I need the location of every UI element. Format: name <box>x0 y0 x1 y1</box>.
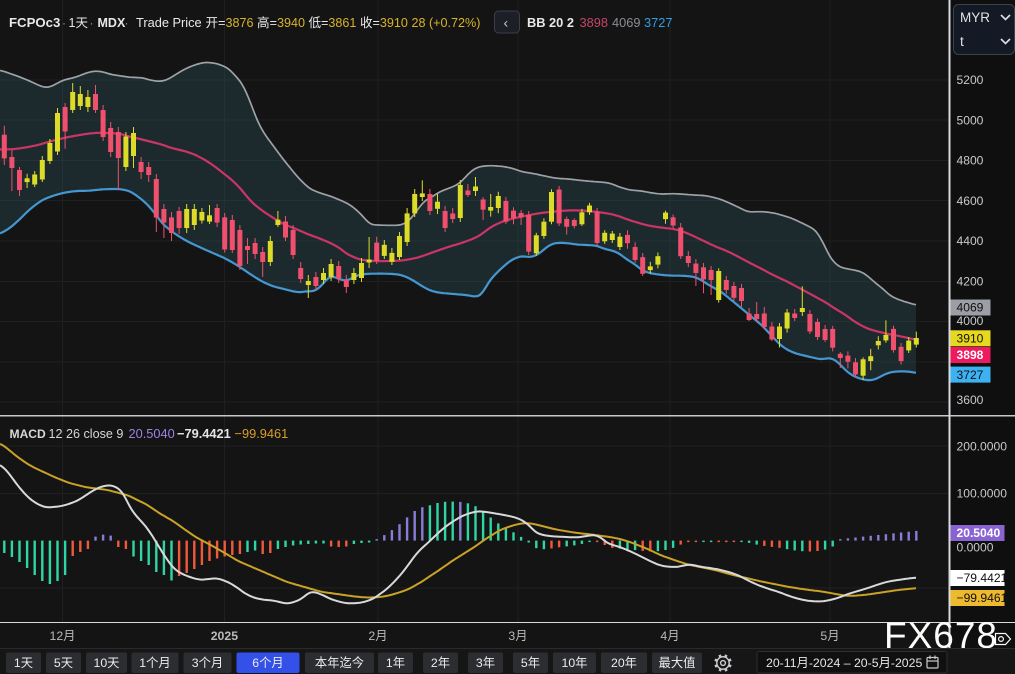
svg-text:−79.4421: −79.4421 <box>177 426 231 441</box>
svg-text:20年: 20年 <box>611 656 637 670</box>
svg-text:5月: 5月 <box>820 629 839 643</box>
svg-text:5200: 5200 <box>957 73 984 87</box>
svg-text:·: · <box>90 16 94 30</box>
svg-text:−79.4421: −79.4421 <box>957 571 1008 585</box>
svg-text:1年: 1年 <box>386 656 405 670</box>
svg-text:·: · <box>125 16 129 30</box>
svg-text:20.5040: 20.5040 <box>129 426 175 441</box>
svg-text:3727: 3727 <box>957 368 984 382</box>
svg-text:3月: 3月 <box>508 629 527 643</box>
svg-text:4069: 4069 <box>957 301 984 315</box>
svg-text:t: t <box>960 34 964 49</box>
svg-text:MDX: MDX <box>98 16 126 30</box>
svg-text:5000: 5000 <box>957 113 984 127</box>
svg-text:Trade Price: Trade Price <box>136 15 202 30</box>
svg-text:200.0000: 200.0000 <box>957 439 1008 453</box>
svg-text:1天: 1天 <box>69 16 89 30</box>
svg-text:4800: 4800 <box>957 154 984 168</box>
svg-text:−99.9461: −99.9461 <box>957 591 1008 605</box>
svg-text:4月: 4月 <box>660 629 679 643</box>
svg-text:3年: 3年 <box>476 656 495 670</box>
svg-text:6个月: 6个月 <box>252 656 283 670</box>
svg-text:2月: 2月 <box>368 629 387 643</box>
svg-text:3898: 3898 <box>580 15 608 30</box>
svg-text:2年: 2年 <box>431 656 450 670</box>
svg-text:100.0000: 100.0000 <box>957 487 1008 501</box>
svg-text:MACD: MACD <box>10 427 47 441</box>
svg-text:4400: 4400 <box>957 234 984 248</box>
svg-text:3727: 3727 <box>644 15 672 30</box>
svg-text:12月: 12月 <box>50 629 76 643</box>
svg-text:4200: 4200 <box>957 274 984 288</box>
svg-text:20-11月-2024 – 20-5月-2025: 20-11月-2024 – 20-5月-2025 <box>766 656 922 670</box>
svg-text:3个月: 3个月 <box>192 656 223 670</box>
svg-text:3600: 3600 <box>957 393 984 407</box>
svg-text:3910: 3910 <box>957 332 984 346</box>
svg-text:2025: 2025 <box>211 629 239 643</box>
svg-text:开=3876 高=3940 低=3861 收=3910 28: 开=3876 高=3940 低=3861 收=3910 28 (+0.72%) <box>206 15 481 30</box>
svg-text:BB 20 2: BB 20 2 <box>527 15 574 30</box>
svg-text:·: · <box>62 16 66 30</box>
svg-text:4000: 4000 <box>957 314 984 328</box>
svg-text:3898: 3898 <box>957 348 984 362</box>
svg-text:4600: 4600 <box>957 194 984 208</box>
svg-text:20.5040: 20.5040 <box>957 526 1001 540</box>
svg-text:12 26 close 9: 12 26 close 9 <box>49 427 124 441</box>
svg-text:10天: 10天 <box>94 656 120 670</box>
svg-text:10年: 10年 <box>562 656 588 670</box>
svg-text:5天: 5天 <box>54 656 73 670</box>
svg-text:本年迄今: 本年迄今 <box>315 655 364 670</box>
svg-text:FCPOc3: FCPOc3 <box>9 15 60 30</box>
svg-text:1天: 1天 <box>14 656 33 670</box>
svg-text:最大值: 最大值 <box>659 655 696 670</box>
svg-text:‹: ‹ <box>504 15 509 31</box>
svg-text:MYR: MYR <box>960 10 990 25</box>
svg-text:5年: 5年 <box>521 656 540 670</box>
svg-text:0.0000: 0.0000 <box>957 541 994 555</box>
svg-text:−99.9461: −99.9461 <box>235 426 289 441</box>
svg-text:1个月: 1个月 <box>139 656 170 670</box>
svg-text:4069: 4069 <box>612 15 640 30</box>
